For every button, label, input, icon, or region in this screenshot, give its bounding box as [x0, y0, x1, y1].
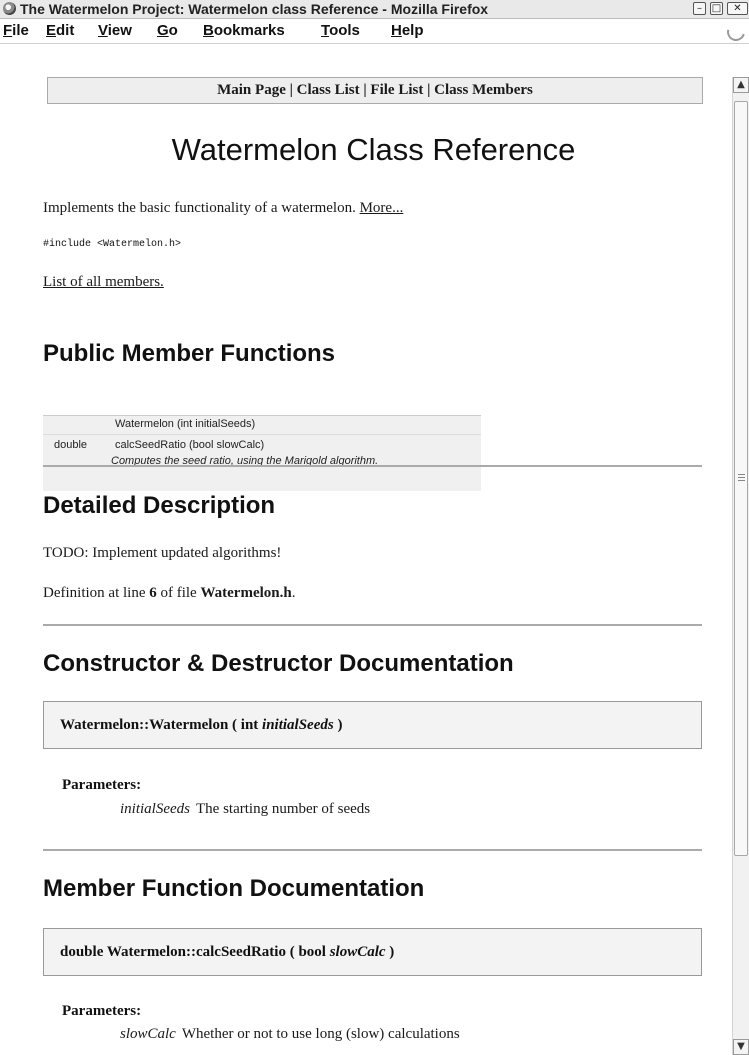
brief-text: Implements the basic functionality of a … [43, 200, 356, 216]
ctor-heading: Constructor & Destructor Documentation [43, 650, 514, 677]
window-title: The Watermelon Project: Watermelon class… [20, 1, 489, 17]
menu-tools[interactable]: Tools [321, 22, 360, 39]
member-row-calcseedratio[interactable]: calcSeedRatio (bool slowCalc) [115, 439, 264, 451]
divider [43, 849, 702, 851]
menu-help[interactable]: Help [391, 22, 424, 39]
member-row-type: double [54, 439, 88, 451]
member-function-heading: Member Function Documentation [43, 875, 425, 902]
nav-separator: | [359, 82, 371, 98]
window-titlebar: The Watermelon Project: Watermelon class… [0, 0, 749, 19]
public-functions-heading: Public Member Functions [43, 340, 336, 367]
nav-class-list[interactable]: Class List [297, 82, 360, 98]
grip-icon [738, 474, 745, 481]
menu-bar: File Edit View Go Bookmarks Tools Help [0, 19, 749, 45]
definition-line: Definition at line 6 of file Watermelon.… [43, 585, 296, 601]
member-row-constructor[interactable]: Watermelon (int initialSeeds) [115, 418, 255, 430]
page-content: Main Page | Class List | File List | Cla… [0, 44, 732, 1055]
divider [43, 465, 702, 467]
all-members-paragraph: List of all members. [43, 274, 164, 291]
nav-class-members[interactable]: Class Members [434, 82, 533, 98]
scroll-down-button[interactable]: ▼ [733, 1039, 749, 1055]
scrollbar-thumb[interactable] [734, 101, 748, 856]
memfunc-prototype: double Watermelon::calcSeedRatio ( bool … [43, 928, 702, 976]
memfunc-params-label: Parameters: [62, 1003, 142, 1019]
brief-description: Implements the basic functionality of a … [43, 200, 403, 217]
divider [43, 624, 702, 626]
menu-go[interactable]: Go [157, 22, 178, 39]
throbber-icon [723, 19, 749, 45]
nav-file-list[interactable]: File List [370, 82, 423, 98]
detailed-description-heading: Detailed Description [43, 492, 276, 519]
menu-view[interactable]: View [98, 22, 132, 39]
quick-index-nav: Main Page | Class List | File List | Cla… [47, 77, 703, 104]
nav-separator: | [285, 82, 297, 98]
todo-text: TODO: Implement updated algorithms! [43, 545, 282, 561]
nav-main-page[interactable]: Main Page [217, 82, 286, 98]
vertical-scrollbar[interactable]: ▲ ▼ [732, 77, 749, 1055]
minimize-button[interactable]: – [693, 2, 706, 15]
firefox-icon [3, 2, 16, 15]
menu-file[interactable]: File [3, 22, 29, 39]
memfunc-param: slowCalc Whether or not to use long (slow… [120, 1026, 460, 1042]
member-table: Watermelon (int initialSeeds) double cal… [43, 415, 481, 491]
all-members-link[interactable]: List of all members. [43, 274, 164, 290]
close-button[interactable]: ✕ [727, 2, 748, 15]
menu-bookmarks[interactable]: Bookmarks [203, 22, 285, 39]
definition-line-number[interactable]: 6 [149, 585, 157, 601]
maximize-button[interactable]: □ [710, 2, 723, 15]
nav-separator: | [423, 82, 435, 98]
scroll-up-button[interactable]: ▲ [733, 77, 749, 93]
more-link[interactable]: More... [360, 200, 404, 216]
definition-file-link[interactable]: Watermelon.h [200, 585, 291, 601]
ctor-params-label: Parameters: [62, 777, 142, 793]
ctor-prototype: Watermelon::Watermelon ( int initialSeed… [43, 701, 702, 749]
menu-edit[interactable]: Edit [46, 22, 74, 39]
ctor-param: initialSeeds The starting number of seeds [120, 801, 371, 817]
include-line: #include <Watermelon.h> [43, 239, 182, 250]
page-title: Watermelon Class Reference [171, 132, 576, 167]
